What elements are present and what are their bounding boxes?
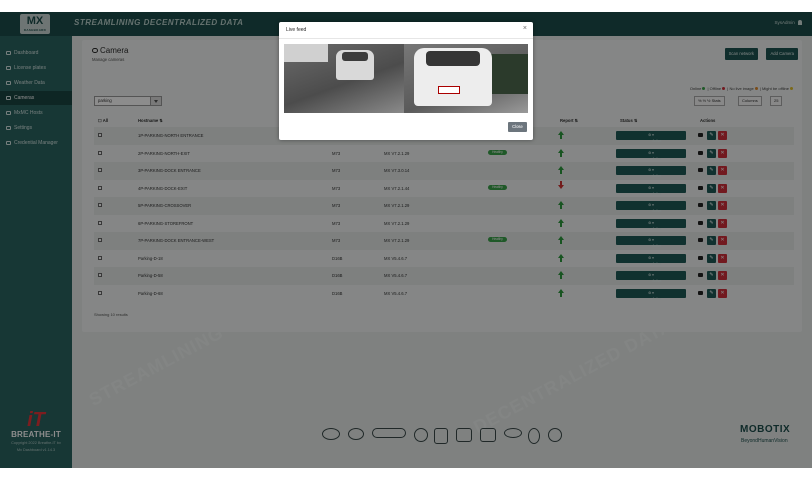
car-image: [414, 48, 492, 106]
car-image: [336, 50, 374, 80]
close-icon[interactable]: ×: [523, 25, 527, 32]
live-feed-modal: Live feed × Close: [279, 22, 533, 140]
live-feed-video: [284, 44, 528, 113]
modal-title: Live feed: [286, 27, 307, 33]
close-button[interactable]: Close: [508, 122, 527, 132]
license-plate-image: [438, 86, 460, 94]
modal-divider: [279, 38, 533, 39]
video-background: [284, 44, 328, 62]
